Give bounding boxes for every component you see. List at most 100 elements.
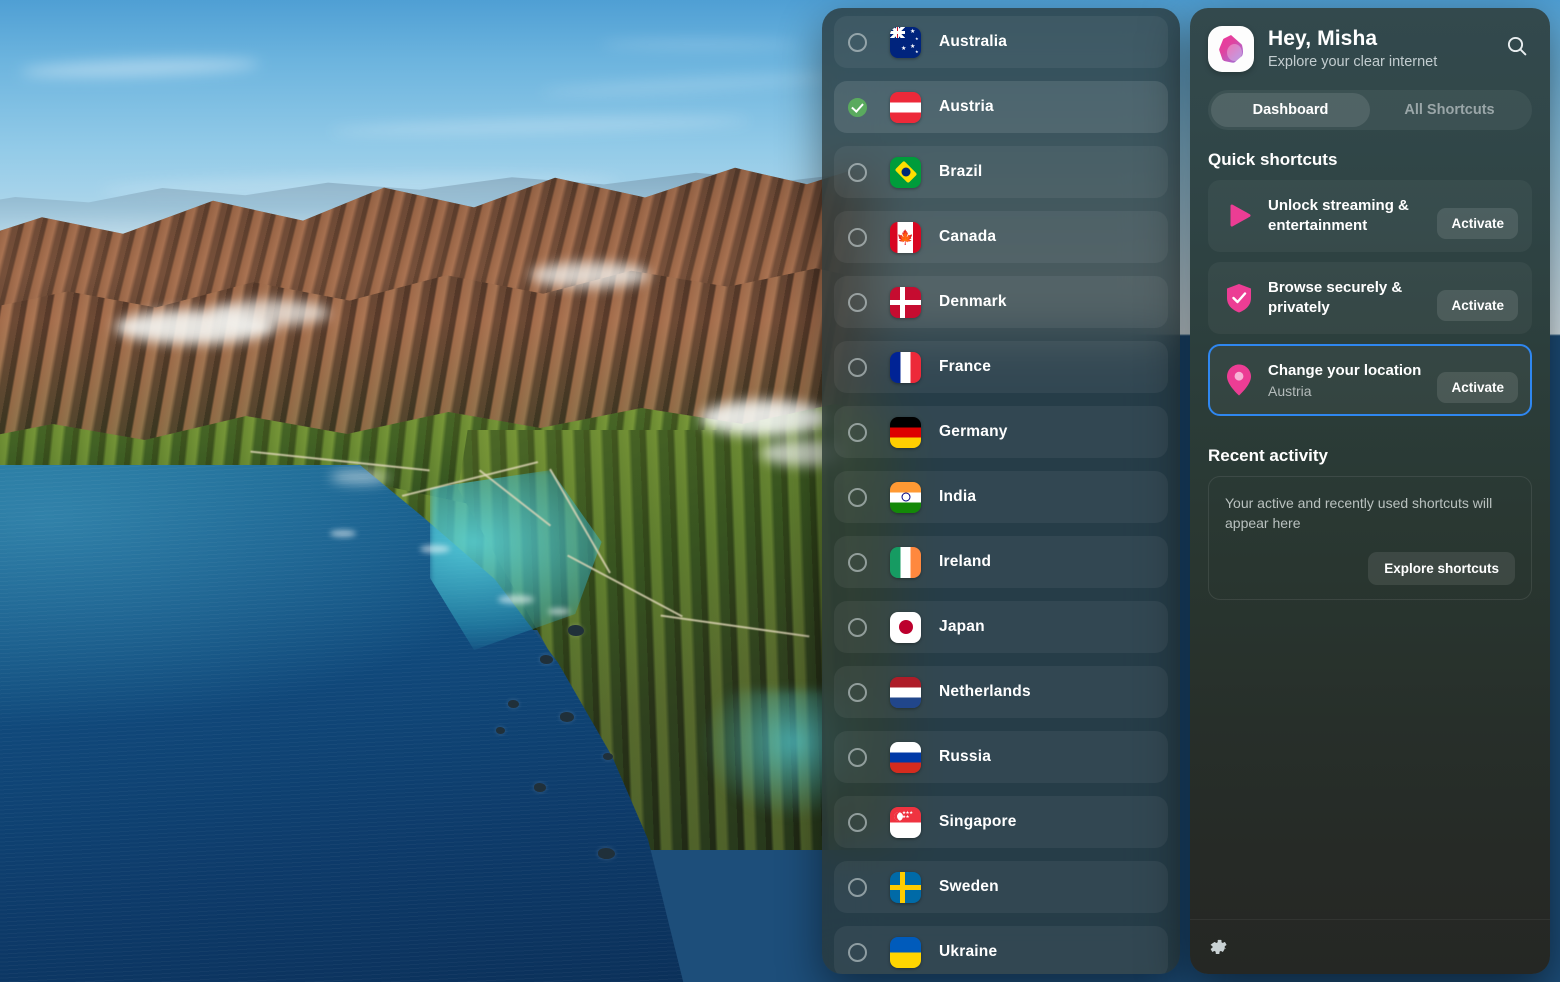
low-cloud — [210, 300, 330, 326]
country-name-label: Netherlands — [939, 683, 1031, 700]
shortcut-card-change-location[interactable]: Change your location Austria Activate — [1208, 344, 1532, 416]
sea-rock — [603, 753, 613, 760]
country-row-australia[interactable]: ★ ★ ★ ★ ★ Australia — [834, 16, 1168, 68]
radio-unchecked-icon[interactable] — [848, 747, 867, 767]
app-title-group: Hey, Misha Explore your clear internet — [1268, 26, 1502, 70]
activate-button-streaming[interactable]: Activate — [1437, 208, 1518, 239]
country-name-label: Brazil — [939, 163, 983, 180]
country-name-label: Singapore — [939, 813, 1017, 830]
country-row-japan[interactable]: Japan — [834, 601, 1168, 653]
country-row-brazil[interactable]: Brazil — [834, 146, 1168, 198]
flag-icon-br — [890, 156, 921, 188]
radio-unchecked-icon[interactable] — [848, 162, 867, 182]
country-row-ireland[interactable]: Ireland — [834, 536, 1168, 588]
vpn-app-panel: Hey, Misha Explore your clear internet D… — [1190, 8, 1550, 974]
country-row-austria[interactable]: Austria — [834, 81, 1168, 133]
search-icon[interactable] — [1502, 31, 1532, 61]
country-name-label: France — [939, 358, 992, 375]
flag-icon-jp — [890, 611, 921, 643]
country-name-label: Austria — [939, 98, 994, 115]
low-cloud — [330, 470, 390, 484]
activate-button-location[interactable]: Activate — [1437, 372, 1518, 403]
country-name-label: Ukraine — [939, 943, 998, 960]
radio-unchecked-icon[interactable] — [848, 812, 867, 832]
country-list-panel[interactable]: ★ ★ ★ ★ ★ Australia Austria Brazil 🍁 Canada Denmar… — [822, 8, 1180, 974]
explore-shortcuts-button[interactable]: Explore shortcuts — [1368, 551, 1515, 585]
radio-unchecked-icon[interactable] — [848, 552, 867, 572]
droplet-logo-icon — [1208, 26, 1254, 72]
sea-rock — [534, 783, 546, 792]
flag-icon-ru — [890, 741, 921, 773]
radio-unchecked-icon[interactable] — [848, 942, 867, 962]
country-row-netherlands[interactable]: Netherlands — [834, 666, 1168, 718]
surf-foam — [548, 608, 570, 615]
app-header: Hey, Misha Explore your clear internet — [1190, 8, 1550, 72]
radio-unchecked-icon[interactable] — [848, 32, 867, 52]
sea-rock — [560, 712, 574, 722]
flag-icon-nl — [890, 676, 921, 708]
activate-button-secure[interactable]: Activate — [1437, 290, 1518, 321]
flag-icon-de — [890, 416, 921, 448]
quick-shortcuts-title: Quick shortcuts — [1208, 150, 1338, 169]
country-row-denmark[interactable]: Denmark — [834, 276, 1168, 328]
country-row-germany[interactable]: Germany — [834, 406, 1168, 458]
recent-activity-empty-box: Your active and recently used shortcuts … — [1208, 476, 1532, 600]
tab-bar[interactable]: Dashboard All Shortcuts — [1208, 90, 1532, 130]
card-title: Change your location — [1268, 362, 1422, 380]
country-row-singapore[interactable]: ★★★ ★★ Singapore — [834, 796, 1168, 848]
country-row-russia[interactable]: Russia — [834, 731, 1168, 783]
radio-unchecked-icon[interactable] — [848, 487, 867, 507]
country-name-label: Australia — [939, 33, 1008, 50]
sea-rock — [508, 700, 519, 708]
recent-activity-title: Recent activity — [1208, 446, 1328, 465]
card-title: Unlock streaming & entertainment — [1268, 196, 1409, 234]
radio-unchecked-icon[interactable] — [848, 422, 867, 442]
flag-icon-dk — [890, 286, 921, 318]
location-pin-icon — [1222, 363, 1256, 397]
flag-icon-sg: ★★★ ★★ — [890, 806, 921, 838]
country-name-label: Russia — [939, 748, 992, 765]
card-title: Browse securely & privately — [1268, 278, 1403, 316]
low-cloud — [700, 400, 830, 436]
flag-icon-se — [890, 871, 921, 903]
low-cloud — [530, 262, 650, 288]
tab-all-shortcuts[interactable]: All Shortcuts — [1370, 93, 1529, 127]
radio-unchecked-icon[interactable] — [848, 877, 867, 897]
radio-unchecked-icon[interactable] — [848, 357, 867, 377]
recent-activity-empty-text: Your active and recently used shortcuts … — [1225, 495, 1493, 532]
sea-rock — [540, 655, 553, 664]
country-name-label: Sweden — [939, 878, 999, 895]
country-row-canada[interactable]: 🍁 Canada — [834, 211, 1168, 263]
surf-foam — [330, 530, 356, 537]
shield-check-icon — [1222, 281, 1256, 315]
greeting-tagline: Explore your clear internet — [1268, 54, 1438, 70]
panel-spacer — [1190, 600, 1550, 919]
card-text-group: Browse securely & privately — [1268, 278, 1437, 319]
flag-icon-at — [890, 91, 921, 123]
sea-rock — [496, 727, 505, 734]
flag-icon-fr — [890, 351, 921, 383]
shortcut-card-browse-securely[interactable]: Browse securely & privately Activate — [1208, 262, 1532, 334]
country-row-france[interactable]: France — [834, 341, 1168, 393]
sea-rock — [598, 848, 615, 859]
country-row-india[interactable]: India — [834, 471, 1168, 523]
greeting-title: Hey, Misha — [1268, 27, 1378, 50]
country-list-scroll[interactable]: ★ ★ ★ ★ ★ Australia Austria Brazil 🍁 Canada Denmar… — [834, 16, 1168, 974]
shortcut-card-unlock-streaming[interactable]: Unlock streaming & entertainment Activat… — [1208, 180, 1532, 252]
radio-checked-icon[interactable] — [848, 97, 867, 117]
country-row-ukraine[interactable]: Ukraine — [834, 926, 1168, 974]
flag-icon-au: ★ ★ ★ ★ ★ — [890, 26, 921, 58]
gear-icon[interactable] — [1208, 937, 1228, 957]
radio-unchecked-icon[interactable] — [848, 682, 867, 702]
sea-rock — [568, 625, 584, 636]
card-subtitle-country: Austria — [1268, 382, 1312, 399]
radio-unchecked-icon[interactable] — [848, 617, 867, 637]
country-name-label: Japan — [939, 618, 985, 635]
tab-dashboard[interactable]: Dashboard — [1211, 93, 1370, 127]
country-name-label: Germany — [939, 423, 1008, 440]
country-name-label: Canada — [939, 228, 997, 245]
radio-unchecked-icon[interactable] — [848, 227, 867, 247]
country-row-sweden[interactable]: Sweden — [834, 861, 1168, 913]
screen: ★ ★ ★ ★ ★ Australia Austria Brazil 🍁 Canada Denmar… — [0, 0, 1560, 982]
radio-unchecked-icon[interactable] — [848, 292, 867, 312]
